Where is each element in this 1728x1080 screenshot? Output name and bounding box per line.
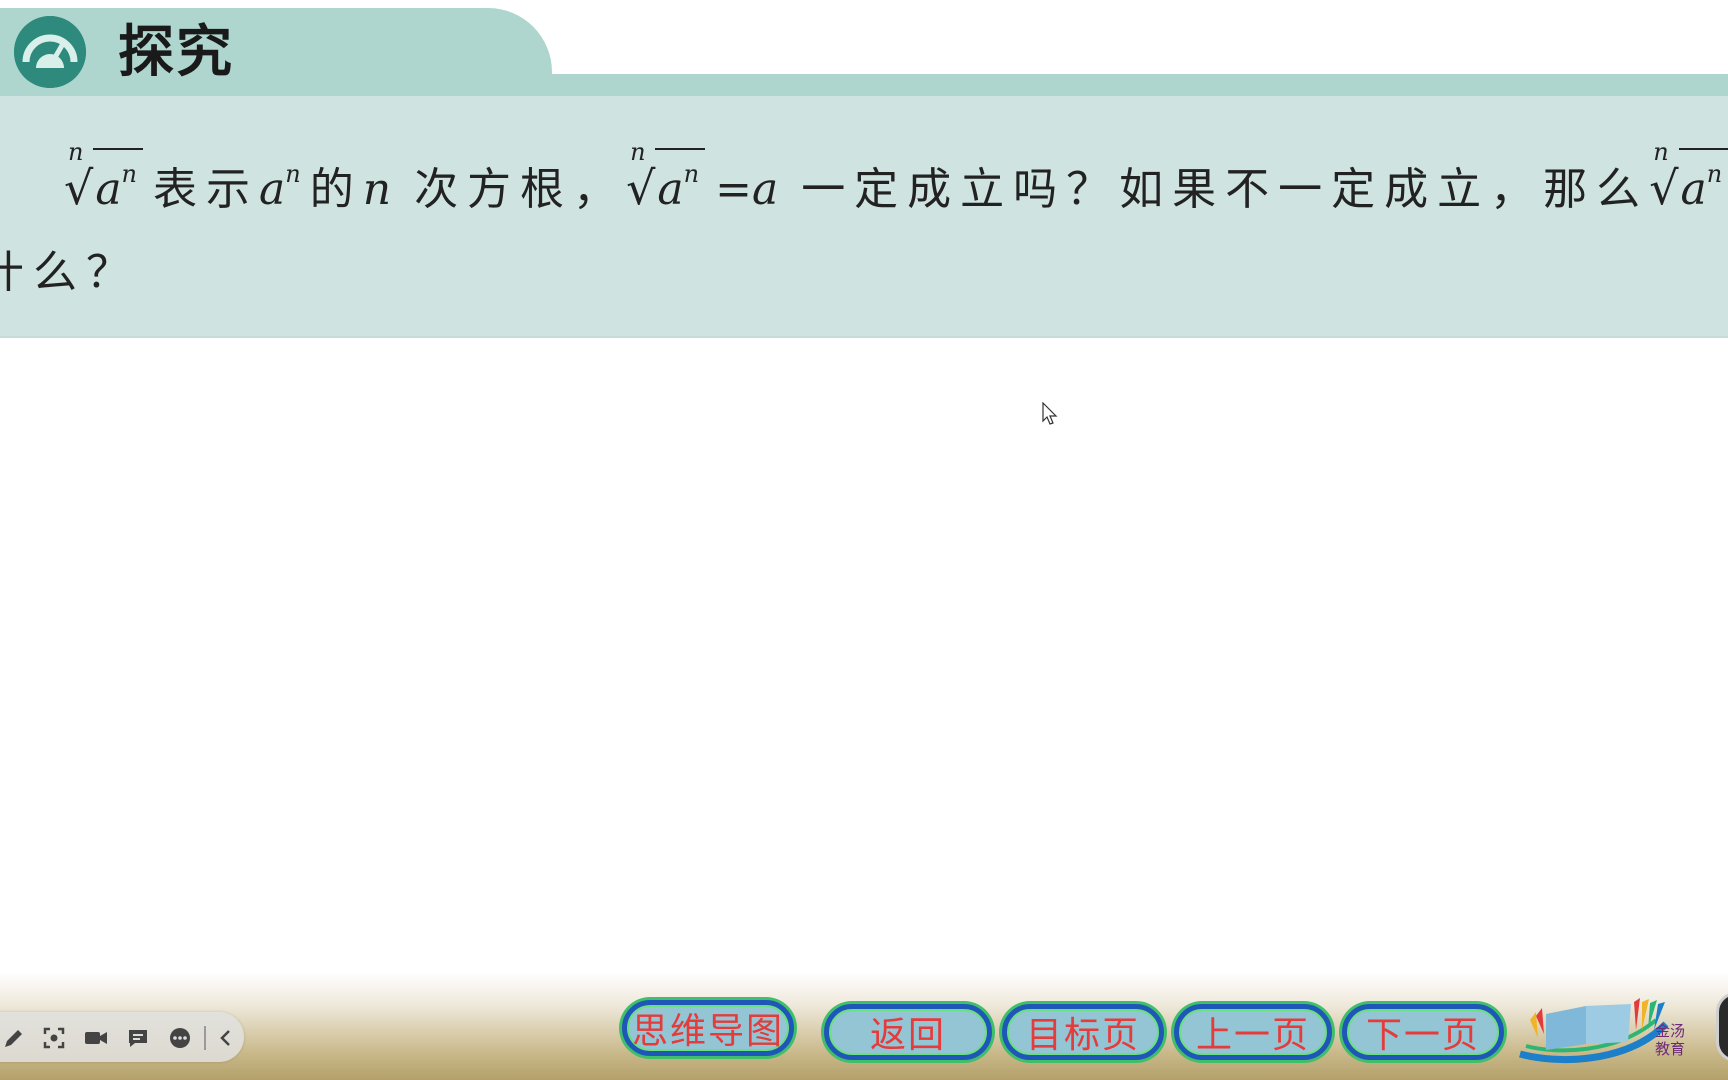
target-page-button[interactable]: 目标页 bbox=[1002, 1004, 1164, 1060]
more-icon[interactable] bbox=[166, 1024, 194, 1052]
section-logo-icon bbox=[14, 16, 86, 88]
brand-name: 金汤教育 bbox=[1654, 1022, 1685, 1058]
screenshot-icon[interactable] bbox=[40, 1024, 68, 1052]
math-exponent: n bbox=[285, 160, 310, 188]
question-panel: n √an 表示an的n 次方根， n √an =a 一定成立吗？如果不一定成立，那么 n √… bbox=[0, 96, 1728, 338]
previous-page-button[interactable]: 上一页 bbox=[1174, 1004, 1332, 1060]
question-line-1: n √an 表示an的n 次方根， n √an =a 一定成立吗？如果不一定成立，那么 n √… bbox=[64, 138, 1728, 217]
collapse-chevron-icon[interactable] bbox=[212, 1024, 240, 1052]
back-button[interactable]: 返回 bbox=[824, 1004, 992, 1060]
nth-root-expression: n √an bbox=[64, 138, 144, 215]
page-title: 探究 bbox=[118, 20, 234, 85]
math-base: a bbox=[259, 164, 286, 215]
next-page-button[interactable]: 下一页 bbox=[1342, 1004, 1504, 1060]
math-equals: = bbox=[715, 164, 752, 215]
nth-root-expression: n √an bbox=[626, 138, 706, 215]
side-handle[interactable] bbox=[1716, 992, 1728, 1062]
annotation-toolbar bbox=[0, 1012, 244, 1062]
math-variable: a bbox=[751, 164, 779, 215]
question-text-segment: 的 bbox=[309, 164, 363, 215]
comment-icon[interactable] bbox=[124, 1024, 152, 1052]
question-line-2: 什么？ bbox=[0, 247, 139, 298]
mouse-cursor-icon bbox=[1042, 401, 1058, 426]
slide-canvas: 探究 n √an 表示an的n 次方根， n √an =a 一定成立吗？如果不一定成立，那… bbox=[0, 0, 1728, 1080]
mindmap-button[interactable]: 思维导图 bbox=[622, 1000, 794, 1056]
question-text-segment: 一定成立吗？如果不一定成立，那么 bbox=[801, 164, 1650, 215]
question-text-segment: 表示 bbox=[153, 164, 260, 215]
nth-root-expression: n √an bbox=[1649, 138, 1728, 215]
question-text-segment: 次方根， bbox=[414, 164, 627, 215]
toolbar-divider bbox=[204, 1026, 206, 1050]
math-variable: n bbox=[362, 164, 392, 215]
camera-icon[interactable] bbox=[82, 1024, 110, 1052]
pencil-icon[interactable] bbox=[0, 1024, 28, 1052]
